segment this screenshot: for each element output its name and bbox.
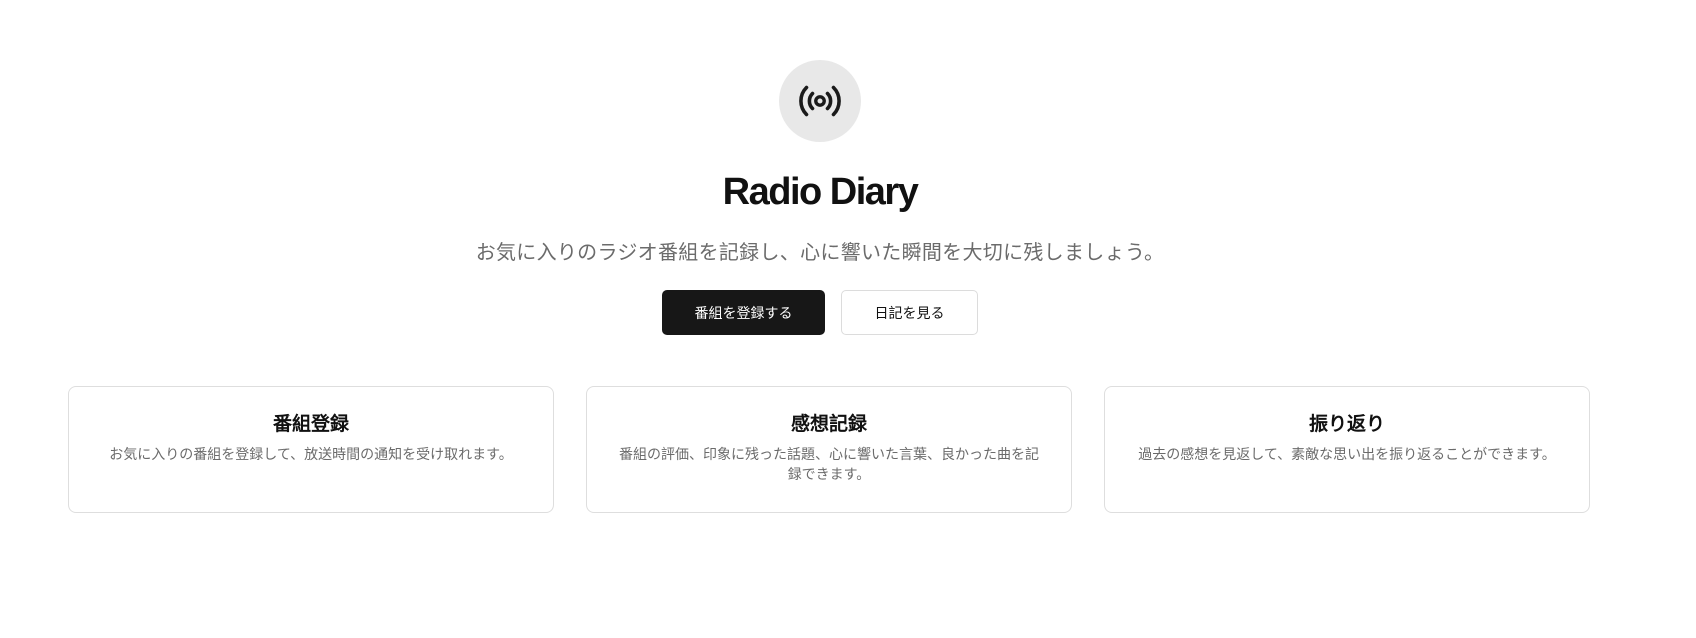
tagline: お気に入りのラジオ番組を記録し、心に響いた瞬間を大切に残しましょう。 — [475, 240, 1165, 264]
hero-actions: 番組を登録する 日記を見る — [662, 290, 978, 335]
feature-card-description: 過去の感想を見返して、素敵な思い出を振り返ることができます。 — [1138, 447, 1556, 463]
feature-card-description: 番組の評価、印象に残った話題、心に響いた言葉、良かった曲を記録できます。 — [619, 447, 1039, 483]
logo-badge — [779, 60, 861, 142]
feature-card-title: 番組登録 — [272, 413, 349, 435]
feature-card-title: 振り返り — [1308, 413, 1385, 435]
feature-card-impression-record: 感想記録 番組の評価、印象に残った話題、心に響いた言葉、良かった曲を記録できます… — [586, 386, 1072, 513]
feature-card-title: 感想記録 — [790, 413, 867, 435]
hero-section: Radio Diary お気に入りのラジオ番組を記録し、心に響いた瞬間を大切に残… — [0, 0, 1640, 335]
page-title: Radio Diary — [722, 171, 919, 213]
landing-page: Radio Diary お気に入りのラジオ番組を記録し、心に響いた瞬間を大切に残… — [0, 0, 1696, 638]
feature-card-description: お気に入りの番組を登録して、放送時間の通知を受け取れます。 — [109, 447, 513, 463]
feature-card-look-back: 振り返り 過去の感想を見返して、素敵な思い出を振り返ることができます。 — [1104, 386, 1590, 513]
radio-broadcast-icon — [795, 76, 845, 126]
view-diary-button[interactable]: 日記を見る — [841, 290, 978, 335]
feature-card-program-registration: 番組登録 お気に入りの番組を登録して、放送時間の通知を受け取れます。 — [68, 386, 554, 513]
feature-cards: 番組登録 お気に入りの番組を登録して、放送時間の通知を受け取れます。 感想記録 … — [68, 386, 1590, 513]
register-program-button[interactable]: 番組を登録する — [662, 290, 825, 335]
